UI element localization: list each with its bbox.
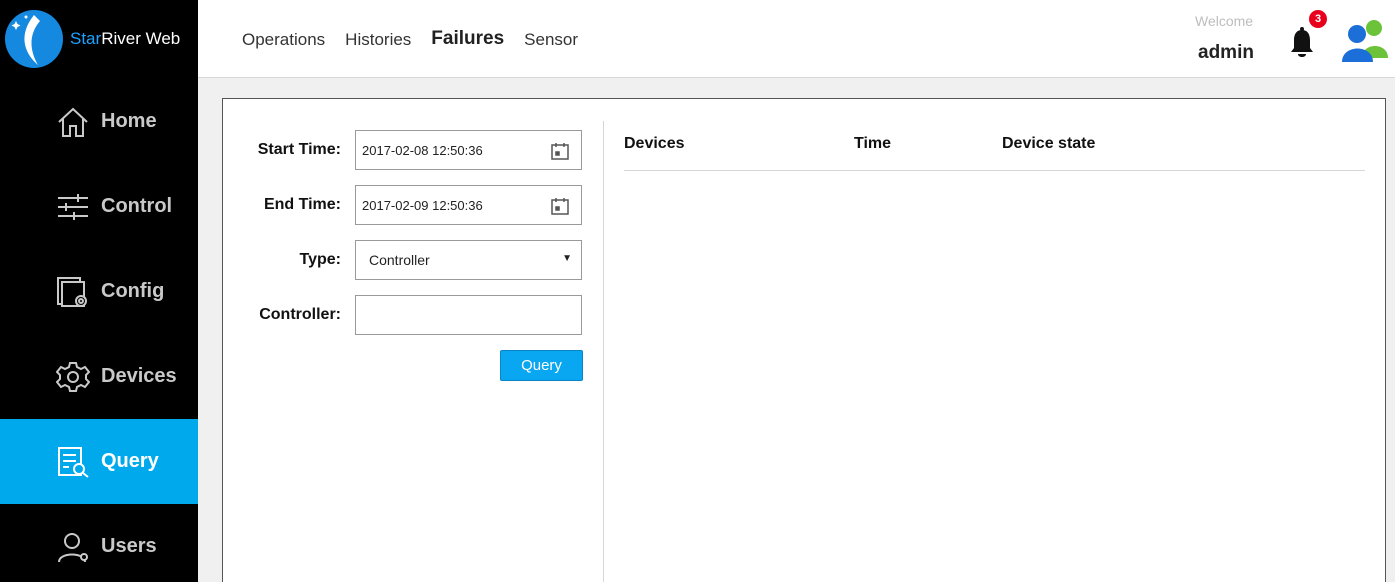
brand[interactable]: StarRiver Web	[0, 0, 198, 78]
sidebar-item-home[interactable]: Home	[0, 79, 198, 164]
sidebar: StarRiver Web Home Control Config Device…	[0, 0, 198, 582]
start-time-row: Start Time: 2017-02-08 12:50:36	[223, 130, 603, 170]
sidebar-item-control[interactable]: Control	[0, 164, 198, 249]
users-avatar-icon[interactable]	[1340, 18, 1390, 64]
sidebar-item-devices[interactable]: Devices	[0, 334, 198, 419]
bell-icon[interactable]	[1288, 26, 1316, 60]
column-header-devices[interactable]: Devices	[624, 135, 685, 153]
caret-down-icon: ▼	[562, 253, 572, 264]
starriver-logo-icon	[5, 10, 63, 68]
start-time-value: 2017-02-08 12:50:36	[362, 142, 483, 158]
controller-row: Controller:	[223, 295, 603, 335]
brand-name-rest: River Web	[101, 29, 181, 48]
query-panel: Start Time: 2017-02-08 12:50:36 End Time…	[222, 98, 1386, 582]
start-time-input[interactable]: 2017-02-08 12:50:36	[355, 130, 582, 170]
sidebar-item-label: Config	[101, 280, 165, 302]
header-divider	[624, 170, 1365, 171]
sidebar-item-label: Control	[101, 195, 173, 217]
sidebar-item-label: Home	[101, 110, 157, 132]
type-row: Type: Controller ▼	[223, 240, 603, 280]
sidebar-item-label: Devices	[101, 365, 177, 387]
start-time-label: Start Time:	[257, 141, 341, 158]
sidebar-item-query[interactable]: Query	[0, 419, 198, 504]
type-label: Type:	[299, 251, 341, 268]
type-selected-value: Controller	[369, 252, 430, 268]
type-select[interactable]: Controller ▼	[355, 240, 582, 280]
config-icon	[56, 275, 90, 309]
tab-sensor[interactable]: Sensor	[524, 30, 578, 50]
end-time-label: End Time:	[263, 196, 341, 213]
calendar-icon[interactable]	[551, 142, 569, 160]
end-time-value: 2017-02-09 12:50:36	[362, 197, 483, 213]
panel-divider	[603, 121, 604, 582]
sidebar-item-label: Query	[101, 450, 159, 472]
header-tabs: Operations Histories Failures Sensor	[242, 28, 578, 50]
sidebar-item-users[interactable]: Users	[0, 504, 198, 582]
end-time-row: End Time: 2017-02-09 12:50:36	[223, 185, 603, 225]
home-icon	[56, 105, 90, 139]
sidebar-item-label: Users	[101, 535, 157, 557]
controller-label: Controller:	[259, 306, 341, 323]
tab-histories[interactable]: Histories	[345, 30, 411, 50]
controller-input[interactable]	[355, 295, 582, 335]
query-icon	[56, 445, 90, 479]
gear-icon	[56, 360, 90, 394]
column-header-time[interactable]: Time	[854, 135, 891, 153]
user-icon	[56, 530, 90, 564]
tab-operations[interactable]: Operations	[242, 30, 325, 50]
tab-failures[interactable]: Failures	[431, 28, 504, 50]
brand-name-accent: Star	[70, 29, 102, 48]
sliders-icon	[56, 190, 90, 224]
brand-name: StarRiver Web	[70, 29, 180, 49]
column-header-device-state[interactable]: Device state	[1002, 135, 1095, 153]
top-header: Operations Histories Failures Sensor Wel…	[198, 0, 1395, 78]
sidebar-item-config[interactable]: Config	[0, 249, 198, 334]
calendar-icon[interactable]	[551, 197, 569, 215]
query-button[interactable]: Query	[500, 350, 583, 381]
notification-badge: 3	[1309, 10, 1327, 28]
welcome-text: Welcome	[1195, 13, 1254, 29]
username: admin	[1198, 42, 1254, 63]
end-time-input[interactable]: 2017-02-09 12:50:36	[355, 185, 582, 225]
